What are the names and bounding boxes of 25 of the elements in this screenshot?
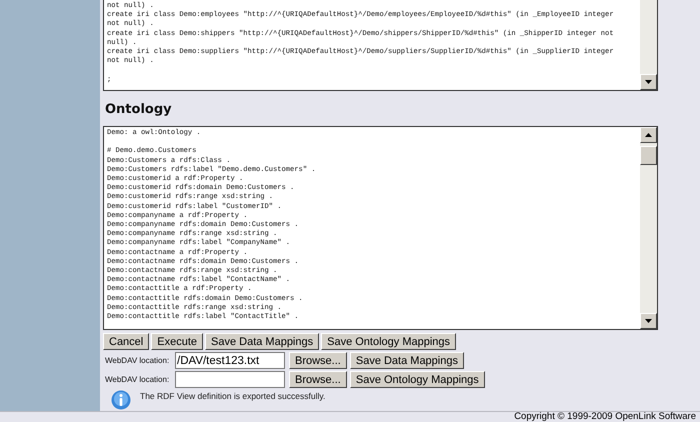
scroll-down-button[interactable]: [640, 74, 657, 90]
action-button[interactable]: Cancel: [103, 333, 150, 350]
down-arrow-icon: [645, 319, 652, 323]
location-field[interactable]: /DAV/test123.txt: [175, 352, 285, 369]
copyright-text: Copyright © 1999-2009 OpenLink Software: [514, 412, 696, 422]
save-button[interactable]: Save Ontology Mappings: [350, 371, 485, 388]
status-message: The RDF View definition is exported successfully.: [140, 391, 326, 401]
up-arrow-icon: [645, 133, 652, 137]
scroll-down-button[interactable]: [640, 313, 657, 329]
code-editor[interactable]: [103, 126, 658, 330]
down-arrow-icon: [645, 80, 652, 84]
action-button[interactable]: Execute: [151, 333, 203, 350]
section-heading: Ontology: [105, 102, 173, 117]
code-editor[interactable]: [103, 0, 658, 91]
browse-button[interactable]: Browse...: [289, 352, 347, 369]
browse-button[interactable]: Browse...: [289, 371, 347, 388]
action-button[interactable]: Save Ontology Mappings: [321, 333, 456, 350]
action-button[interactable]: Save Data Mappings: [205, 333, 320, 350]
location-field[interactable]: [175, 371, 285, 388]
scroll-thumb[interactable]: [640, 146, 657, 165]
info-icon: [111, 390, 131, 410]
scroll-up-button[interactable]: [640, 127, 657, 143]
field-label: WebDAV location:: [105, 375, 170, 384]
save-button[interactable]: Save Data Mappings: [350, 352, 464, 369]
field-label: WebDAV location:: [105, 356, 170, 365]
